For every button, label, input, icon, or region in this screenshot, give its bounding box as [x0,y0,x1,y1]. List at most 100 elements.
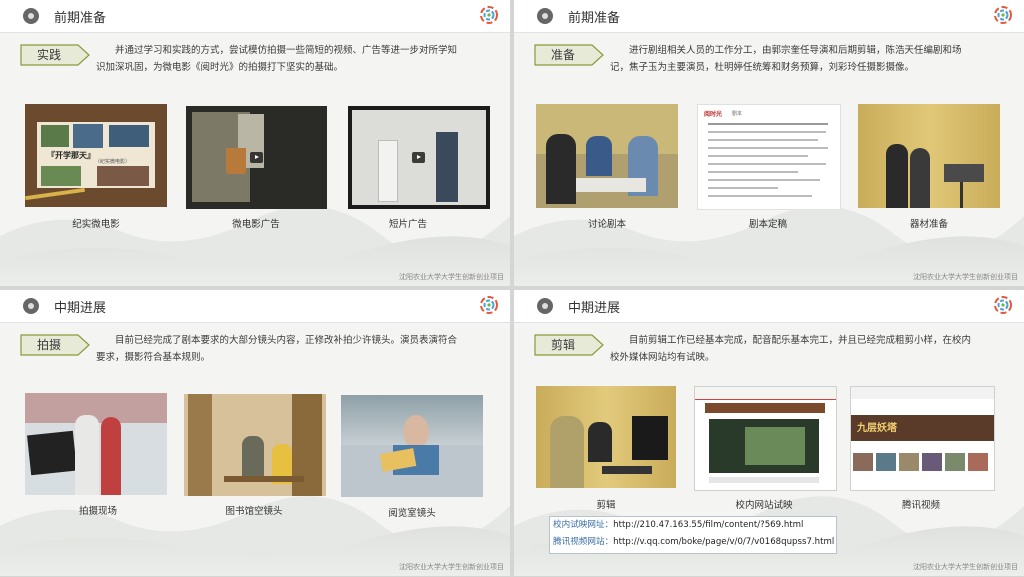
slide-header: 中期进展 [514,290,1024,323]
person-silhouette [886,144,908,208]
description-text: 目前已经完成了剧本要求的大部分镜头内容，正修改补拍少许镜头。演员表演符合要求，摄… [96,335,458,363]
slide-progress-shooting: 中期进展 拍摄 目前已经完成了剧本要求的大部分镜头内容，正修改补拍少许镜头。演员… [0,290,510,576]
site-header [851,387,994,399]
video-card [876,453,896,471]
text-line [708,195,812,197]
disc-icon [23,8,39,24]
collage-subtitle: （纪实微电影） [95,159,131,165]
thumb-campus-site[interactable] [694,386,837,491]
video-frame [745,427,805,465]
monitor-icon [632,416,668,460]
thumb-library-shot[interactable] [184,394,326,496]
text-line [708,147,828,149]
collage-photo [97,166,149,186]
video-card [899,453,919,471]
person-face [403,415,429,449]
thumb-editing[interactable] [536,386,676,488]
slide-preparation-practice: 前期准备 实践 并通过学习和实践的方式，尝试模仿拍摄一些简短的视频、广告等进一步… [0,0,510,286]
link-url[interactable]: http://210.47.163.55/film/content/?569.h… [613,520,803,530]
university-logo-icon [994,6,1012,24]
table [224,476,304,482]
keyboard-icon [602,466,652,474]
university-logo-icon [480,6,498,24]
video-card [922,453,942,471]
play-icon[interactable] [250,152,263,163]
header-title: 中期进展 [568,301,621,316]
pencil-decoration [25,187,85,201]
bookshelf [188,394,212,496]
thumb-caption: 讨论剧本 [587,219,626,230]
text-line [708,131,826,133]
section-tag: 准备 [550,48,575,62]
banner-title: 九层妖塔 [857,423,897,434]
video-card [853,453,873,471]
university-logo-icon [480,296,498,314]
text-line [708,163,826,165]
collage-photo [41,125,69,147]
video-player [709,419,819,473]
thumb-caption: 拍摄现场 [78,506,117,517]
site-header [695,387,836,400]
header-title: 中期进展 [54,301,107,316]
tripod-leg [960,182,963,208]
thumb-shooting-site[interactable] [25,393,167,495]
thumb-caption: 阅览室镜头 [388,508,436,519]
text-line [708,187,778,189]
slide-progress-editing: 中期进展 剪辑 目前剪辑工作已经基本完成，配音配乐基本完工，并且已经完成粗剪小样… [514,290,1024,576]
photo-collage: 『开学那天』 （纪实微电影） [37,122,155,188]
thumb-caption: 器材准备 [909,219,948,230]
person-left [378,140,398,202]
collage-photo [73,124,103,148]
thumb-final-script[interactable]: 阅时光 剧本 [697,104,841,210]
slide-header: 中期进展 [0,290,510,323]
university-logo-icon [994,296,1012,314]
clapperboard-icon [27,430,77,476]
video-banner: 九层妖塔 [851,415,994,441]
thumb-documentary[interactable]: 『开学那天』 （纪实微电影） [25,104,167,207]
description-text: 进行剧组相关人员的工作分工，由郭宗奎任导演和后期剪辑，陈浩天任编剧和场记，焦子玉… [610,45,962,73]
site-banner [705,403,825,413]
text-line [708,171,798,173]
link-url[interactable]: http://v.qq.com/boke/page/v/0/7/v0168qup… [613,537,834,547]
person-silhouette [586,136,612,176]
person-silhouette [550,416,584,488]
thumb-equipment[interactable] [858,104,1000,208]
link-row-tencent[interactable]: 腾讯视频网站：http://v.qq.com/boke/page/v/0/7/v… [550,534,836,551]
thumb-micro-film-ad[interactable] [186,106,327,209]
thumb-reading-room-shot[interactable] [341,395,483,497]
thumb-caption: 纪实微电影 [72,219,120,230]
header-title: 前期准备 [54,11,107,26]
thumb-caption: 微电影广告 [232,219,280,230]
thumb-script-discussion[interactable] [536,104,678,208]
section-tag: 实践 [36,48,61,62]
text-line [708,155,808,157]
thumb-caption: 短片广告 [388,219,427,230]
person-silhouette [75,415,99,495]
thumb-caption: 腾讯视频 [901,500,940,511]
description-text: 并通过学习和实践的方式，尝试模仿拍摄一些简短的视频、广告等进一步对所学知识加深巩… [96,45,458,73]
section-tag: 拍摄 [36,338,61,352]
header-title: 前期准备 [568,11,621,26]
text-line [708,139,818,141]
play-icon[interactable] [412,152,425,163]
camera-icon [944,164,984,182]
slide-header: 前期准备 [0,0,510,33]
script-paper [576,178,646,192]
link-label: 校内试映网址： [553,520,614,530]
person-silhouette [101,417,121,495]
section-tag: 剪辑 [550,338,575,352]
collage-title: 『开学那天』 [47,151,95,160]
thumb-caption: 图书馆空镜头 [225,506,283,517]
footer-text: 沈阳农业大学大学生创新创业项目 [399,563,504,571]
doc-title: 阅时光 [704,111,723,118]
thumb-tencent-video[interactable]: 九层妖塔 [850,386,995,491]
thumb-short-ad[interactable] [348,106,490,209]
thumb-caption: 校内网站试映 [735,500,793,511]
video-card [945,453,965,471]
footer-text: 沈阳农业大学大学生创新创业项目 [399,273,504,281]
person-silhouette [910,148,930,208]
collage-photo [41,166,81,186]
collage-photo [109,125,149,147]
description-text: 目前剪辑工作已经基本完成，配音配乐基本完工，并且已经完成粗剪小样，在校内校外媒体… [610,335,972,363]
link-row-campus[interactable]: 校内试映网址：http://210.47.163.55/film/content… [550,517,836,534]
